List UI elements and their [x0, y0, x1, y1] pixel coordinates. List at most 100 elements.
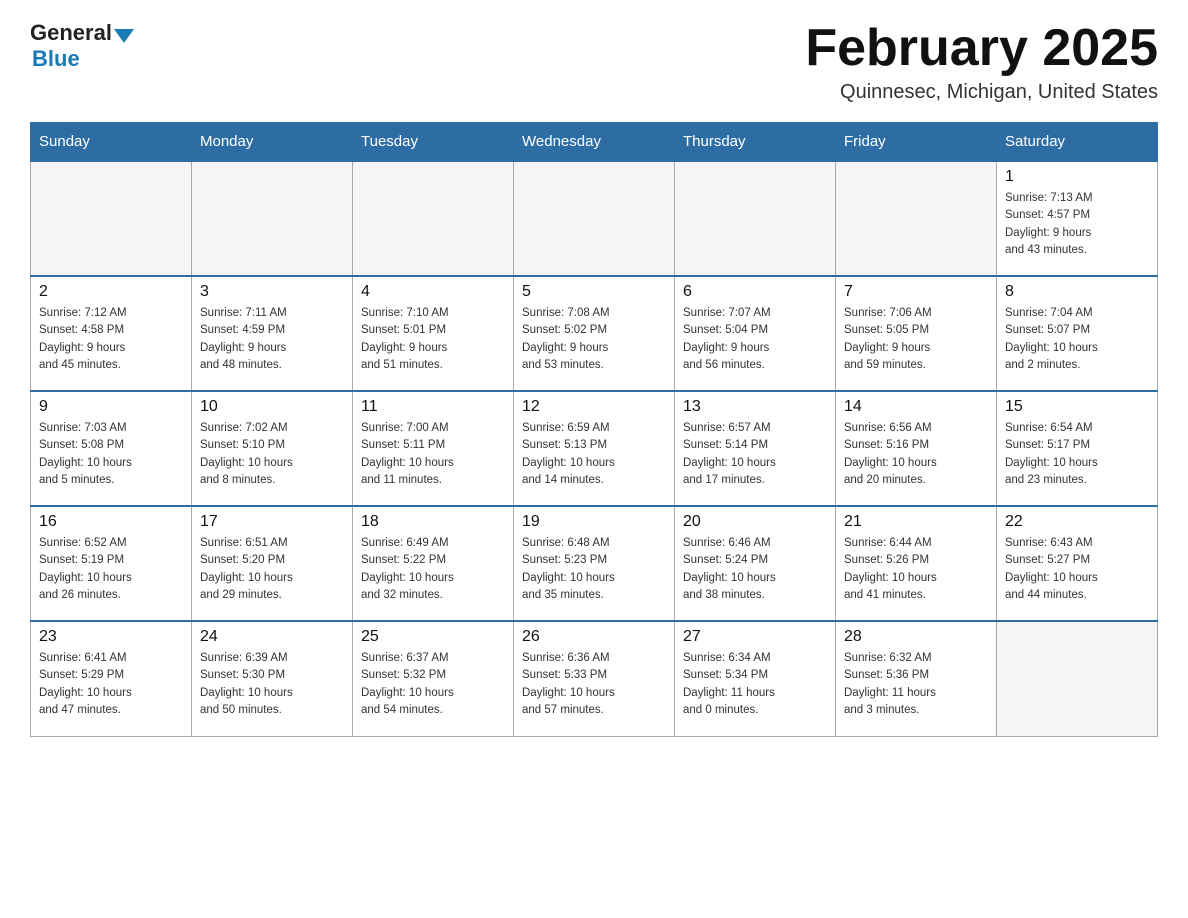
- sun-info: Sunrise: 6:41 AMSunset: 5:29 PMDaylight:…: [39, 650, 183, 719]
- logo-blue-text: Blue: [32, 46, 80, 72]
- day-of-week-header: Tuesday: [353, 123, 514, 162]
- day-number: 15: [1005, 398, 1149, 416]
- sun-info: Sunrise: 6:44 AMSunset: 5:26 PMDaylight:…: [844, 535, 988, 604]
- calendar-day-cell: 27 Sunrise: 6:34 AMSunset: 5:34 PMDayligh…: [675, 621, 836, 736]
- logo-arrow-icon: [114, 29, 134, 43]
- day-number: 24: [200, 628, 344, 646]
- day-number: 8: [1005, 283, 1149, 301]
- calendar-header-row: SundayMondayTuesdayWednesdayThursdayFrid…: [31, 123, 1158, 162]
- calendar-day-cell: 23 Sunrise: 6:41 AMSunset: 5:29 PMDayligh…: [31, 621, 192, 736]
- day-number: 6: [683, 283, 827, 301]
- day-number: 25: [361, 628, 505, 646]
- sun-info: Sunrise: 7:11 AMSunset: 4:59 PMDaylight:…: [200, 305, 344, 374]
- calendar-day-cell: 21 Sunrise: 6:44 AMSunset: 5:26 PMDayligh…: [836, 506, 997, 621]
- day-number: 19: [522, 513, 666, 531]
- sun-info: Sunrise: 6:37 AMSunset: 5:32 PMDaylight:…: [361, 650, 505, 719]
- calendar-day-cell: [353, 161, 514, 276]
- sun-info: Sunrise: 6:36 AMSunset: 5:33 PMDaylight:…: [522, 650, 666, 719]
- calendar-day-cell: 8 Sunrise: 7:04 AMSunset: 5:07 PMDaylight…: [997, 276, 1158, 391]
- day-number: 4: [361, 283, 505, 301]
- day-number: 22: [1005, 513, 1149, 531]
- day-number: 17: [200, 513, 344, 531]
- sun-info: Sunrise: 6:32 AMSunset: 5:36 PMDaylight:…: [844, 650, 988, 719]
- month-title: February 2025: [805, 20, 1158, 77]
- calendar-week-row: 1 Sunrise: 7:13 AMSunset: 4:57 PMDaylight…: [31, 161, 1158, 276]
- day-number: 23: [39, 628, 183, 646]
- calendar-day-cell: [997, 621, 1158, 736]
- sun-info: Sunrise: 7:13 AMSunset: 4:57 PMDaylight:…: [1005, 190, 1149, 259]
- location-text: Quinnesec, Michigan, United States: [805, 81, 1158, 104]
- calendar-day-cell: 11Sunrise: 7:00 AMSunset: 5:11 PMDayligh…: [353, 391, 514, 506]
- day-number: 14: [844, 398, 988, 416]
- sun-info: Sunrise: 7:12 AMSunset: 4:58 PMDaylight:…: [39, 305, 183, 374]
- day-of-week-header: Sunday: [31, 123, 192, 162]
- calendar-day-cell: [514, 161, 675, 276]
- logo-text: General: [30, 20, 136, 46]
- day-number: 12: [522, 398, 666, 416]
- day-of-week-header: Friday: [836, 123, 997, 162]
- calendar-day-cell: [675, 161, 836, 276]
- sun-info: Sunrise: 6:39 AMSunset: 5:30 PMDaylight:…: [200, 650, 344, 719]
- calendar-day-cell: [31, 161, 192, 276]
- calendar-day-cell: 20 Sunrise: 6:46 AMSunset: 5:24 PMDayligh…: [675, 506, 836, 621]
- calendar-day-cell: 12 Sunrise: 6:59 AMSunset: 5:13 PMDayligh…: [514, 391, 675, 506]
- calendar-day-cell: 28 Sunrise: 6:32 AMSunset: 5:36 PMDayligh…: [836, 621, 997, 736]
- sun-info: Sunrise: 6:57 AMSunset: 5:14 PMDaylight:…: [683, 420, 827, 489]
- day-number: 18: [361, 513, 505, 531]
- sun-info: Sunrise: 6:51 AMSunset: 5:20 PMDaylight:…: [200, 535, 344, 604]
- sun-info: Sunrise: 6:43 AMSunset: 5:27 PMDaylight:…: [1005, 535, 1149, 604]
- day-number: 28: [844, 628, 988, 646]
- day-number: 1: [1005, 168, 1149, 186]
- sun-info: Sunrise: 6:52 AMSunset: 5:19 PMDaylight:…: [39, 535, 183, 604]
- day-number: 3: [200, 283, 344, 301]
- sun-info: Sunrise: 6:56 AMSunset: 5:16 PMDaylight:…: [844, 420, 988, 489]
- sun-info: Sunrise: 7:03 AMSunset: 5:08 PMDaylight:…: [39, 420, 183, 489]
- calendar-day-cell: 17 Sunrise: 6:51 AMSunset: 5:20 PMDayligh…: [192, 506, 353, 621]
- title-section: February 2025 Quinnesec, Michigan, Unite…: [805, 20, 1158, 104]
- day-number: 9: [39, 398, 183, 416]
- calendar-day-cell: 13 Sunrise: 6:57 AMSunset: 5:14 PMDayligh…: [675, 391, 836, 506]
- day-number: 5: [522, 283, 666, 301]
- calendar-day-cell: 2 Sunrise: 7:12 AMSunset: 4:58 PMDaylight…: [31, 276, 192, 391]
- logo-blue-label: Blue: [32, 46, 80, 71]
- day-number: 10: [200, 398, 344, 416]
- sun-info: Sunrise: 7:08 AMSunset: 5:02 PMDaylight:…: [522, 305, 666, 374]
- day-number: 13: [683, 398, 827, 416]
- sun-info: Sunrise: 6:48 AMSunset: 5:23 PMDaylight:…: [522, 535, 666, 604]
- calendar-day-cell: 10 Sunrise: 7:02 AMSunset: 5:10 PMDayligh…: [192, 391, 353, 506]
- sun-info: Sunrise: 7:10 AMSunset: 5:01 PMDaylight:…: [361, 305, 505, 374]
- calendar-day-cell: 18 Sunrise: 6:49 AMSunset: 5:22 PMDayligh…: [353, 506, 514, 621]
- calendar-day-cell: 5 Sunrise: 7:08 AMSunset: 5:02 PMDaylight…: [514, 276, 675, 391]
- calendar-day-cell: 4 Sunrise: 7:10 AMSunset: 5:01 PMDaylight…: [353, 276, 514, 391]
- calendar-week-row: 9 Sunrise: 7:03 AMSunset: 5:08 PMDaylight…: [31, 391, 1158, 506]
- calendar-day-cell: 9 Sunrise: 7:03 AMSunset: 5:08 PMDaylight…: [31, 391, 192, 506]
- day-number: 7: [844, 283, 988, 301]
- calendar-day-cell: 7Sunrise: 7:06 AMSunset: 5:05 PMDaylight…: [836, 276, 997, 391]
- sun-info: Sunrise: 7:02 AMSunset: 5:10 PMDaylight:…: [200, 420, 344, 489]
- day-number: 26: [522, 628, 666, 646]
- calendar-day-cell: 6 Sunrise: 7:07 AMSunset: 5:04 PMDaylight…: [675, 276, 836, 391]
- sun-info: Sunrise: 7:04 AMSunset: 5:07 PMDaylight:…: [1005, 305, 1149, 374]
- calendar-day-cell: 16 Sunrise: 6:52 AMSunset: 5:19 PMDayligh…: [31, 506, 192, 621]
- calendar-day-cell: 24 Sunrise: 6:39 AMSunset: 5:30 PMDayligh…: [192, 621, 353, 736]
- sun-info: Sunrise: 6:49 AMSunset: 5:22 PMDaylight:…: [361, 535, 505, 604]
- calendar-table: SundayMondayTuesdayWednesdayThursdayFrid…: [30, 122, 1158, 737]
- day-number: 21: [844, 513, 988, 531]
- sun-info: Sunrise: 6:59 AMSunset: 5:13 PMDaylight:…: [522, 420, 666, 489]
- calendar-week-row: 2 Sunrise: 7:12 AMSunset: 4:58 PMDaylight…: [31, 276, 1158, 391]
- day-of-week-header: Wednesday: [514, 123, 675, 162]
- sun-info: Sunrise: 7:07 AMSunset: 5:04 PMDaylight:…: [683, 305, 827, 374]
- day-number: 2: [39, 283, 183, 301]
- calendar-week-row: 16 Sunrise: 6:52 AMSunset: 5:19 PMDayligh…: [31, 506, 1158, 621]
- day-of-week-header: Saturday: [997, 123, 1158, 162]
- day-number: 11: [361, 398, 505, 416]
- day-number: 20: [683, 513, 827, 531]
- day-number: 16: [39, 513, 183, 531]
- calendar-day-cell: 1 Sunrise: 7:13 AMSunset: 4:57 PMDaylight…: [997, 161, 1158, 276]
- day-number: 27: [683, 628, 827, 646]
- sun-info: Sunrise: 6:46 AMSunset: 5:24 PMDaylight:…: [683, 535, 827, 604]
- sun-info: Sunrise: 6:34 AMSunset: 5:34 PMDaylight:…: [683, 650, 827, 719]
- day-of-week-header: Monday: [192, 123, 353, 162]
- page-header: General Blue February 2025 Quinnesec, Mi…: [30, 20, 1158, 104]
- calendar-week-row: 23 Sunrise: 6:41 AMSunset: 5:29 PMDayligh…: [31, 621, 1158, 736]
